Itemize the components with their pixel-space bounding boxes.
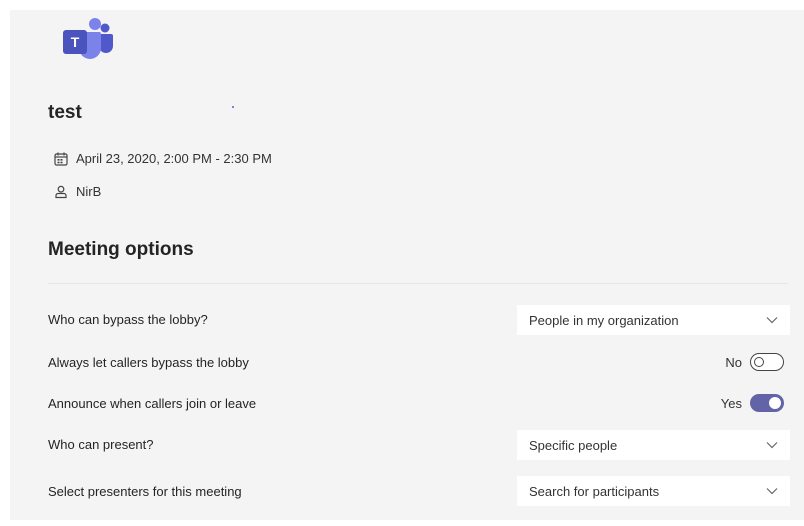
meeting-organizer: NirB (76, 184, 102, 199)
meeting-options-page: T test April 23, 2020, 2:00 PM - 2:30 PM… (10, 10, 804, 520)
callers-bypass-toggle[interactable] (750, 353, 784, 371)
chevron-down-icon (766, 317, 778, 324)
meeting-title: test (48, 102, 82, 123)
chevron-down-icon (766, 488, 778, 495)
callers-bypass-state: No (725, 354, 742, 370)
who-present-label: Who can present? (48, 437, 154, 452)
bypass-lobby-select[interactable]: People in my organization (517, 305, 790, 335)
meeting-datetime: April 23, 2020, 2:00 PM - 2:30 PM (76, 151, 272, 166)
toggle-knob (754, 356, 764, 367)
bypass-lobby-value: People in my organization (529, 312, 679, 328)
logo-letter: T (71, 34, 80, 50)
calendar-icon (54, 152, 68, 166)
toggle-knob (769, 397, 781, 409)
presenters-label: Select presenters for this meeting (48, 484, 242, 499)
presenters-search-select[interactable]: Search for participants (517, 476, 790, 506)
stray-dot (232, 106, 234, 108)
divider (48, 283, 788, 284)
announce-state: Yes (720, 395, 742, 411)
meeting-datetime-row: April 23, 2020, 2:00 PM - 2:30 PM (54, 151, 272, 166)
chevron-down-icon (766, 442, 778, 449)
announce-toggle-group: Yes (721, 394, 784, 412)
announce-label: Announce when callers join or leave (48, 396, 257, 411)
teams-logo-icon: T (63, 18, 113, 59)
section-title: Meeting options (48, 239, 194, 260)
callers-bypass-toggle-group: No (725, 353, 784, 371)
meeting-organizer-row: NirB (54, 184, 101, 199)
announce-toggle[interactable] (750, 394, 784, 412)
bypass-lobby-label: Who can bypass the lobby? (48, 312, 208, 327)
who-present-select[interactable]: Specific people (517, 430, 790, 460)
presenters-placeholder: Search for participants (529, 483, 660, 499)
who-present-value: Specific people (529, 437, 618, 453)
callers-bypass-label: Always let callers bypass the lobby (48, 355, 249, 370)
person-icon (55, 185, 67, 198)
